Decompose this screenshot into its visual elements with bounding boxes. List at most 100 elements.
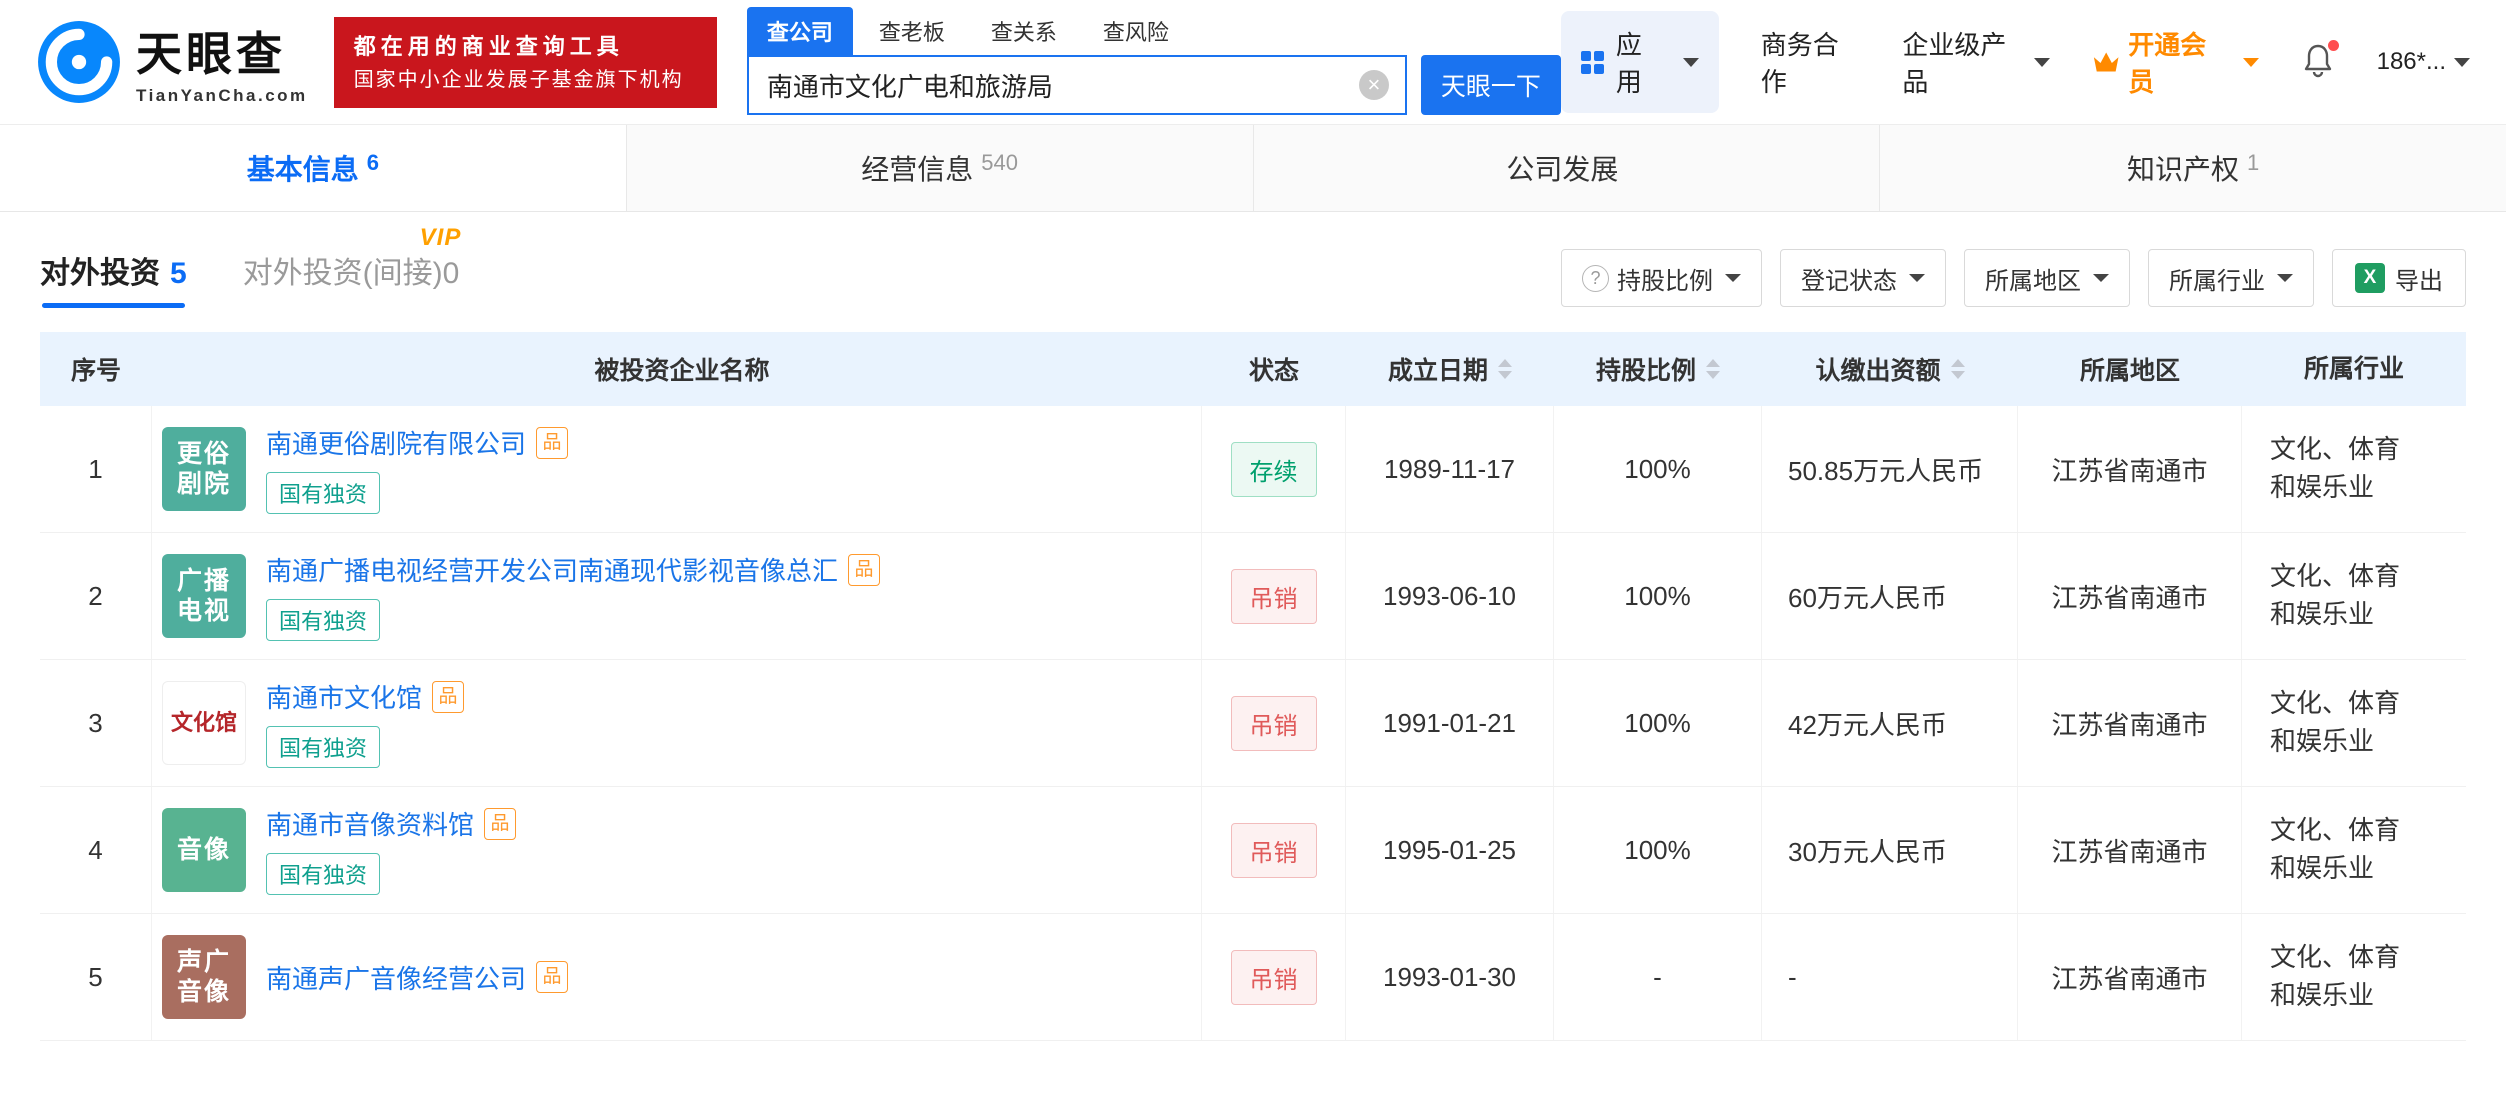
col-region: 所属地区 [2018,332,2242,406]
tab-business-info[interactable]: 经营信息540 [626,125,1253,211]
col-status: 状态 [1202,332,1346,406]
company-logo: 广播电视 [162,554,246,638]
search-tab-relation[interactable]: 查关系 [971,7,1077,55]
table-row: 4 音像 南通市音像资料馆 品 国有独资 [40,787,2466,914]
notifications-button[interactable] [2301,42,2335,83]
promo-banner-line1: 都在用的商业查询工具 [354,30,697,63]
status-badge: 吊销 [1231,696,1317,751]
company-name-link[interactable]: 南通更俗剧院有限公司 [266,424,526,461]
search-tabs: 查公司 查老板 查关系 查风险 [747,9,1561,55]
chevron-down-icon [1725,274,1741,282]
vip-badge: VIP [420,224,462,252]
excel-icon: X [2355,263,2385,293]
crown-icon [2092,49,2120,75]
clear-search-icon[interactable]: × [1359,70,1389,100]
tab-basic-info[interactable]: 基本信息6 [0,125,626,211]
nav-business-cooperation[interactable]: 商务合作 [1761,25,1861,99]
status-badge: 吊销 [1231,569,1317,624]
search-area: 查公司 查老板 查关系 查风险 × 天眼一下 [747,9,1561,115]
company-name-link[interactable]: 南通广播电视经营开发公司南通现代影视音像总汇 [266,551,838,588]
col-subscribed-capital[interactable]: 认缴出资额 [1762,332,2018,406]
open-vip-button[interactable]: 开通会员 [2092,25,2259,99]
sort-icon[interactable] [1498,359,1512,379]
shareholding-ratio: 100% [1554,533,1762,659]
region: 江苏省南通市 [2018,660,2242,786]
brand-icon[interactable]: 品 [848,554,880,586]
company-logo: 更俗剧院 [162,427,246,511]
tianyancha-logo[interactable]: 天眼查 TianYanCha.com [36,18,308,106]
tianyancha-page: 天眼查 TianYanCha.com 都在用的商业查询工具 国家中小企业发展子基… [0,0,2506,1096]
chevron-down-icon [2093,274,2109,282]
row-index: 5 [40,914,152,1040]
industry: 文化、体育和娱乐业 [2242,533,2466,659]
chevron-down-icon [1909,274,1925,282]
filter-industry[interactable]: 所属行业 [2148,249,2314,307]
subscribed-capital: 60万元人民币 [1762,533,2018,659]
subscribed-capital: 42万元人民币 [1762,660,2018,786]
apps-button[interactable]: 应用 [1561,11,1719,113]
user-account-menu[interactable]: 186*... [2377,48,2470,76]
row-index: 3 [40,660,152,786]
status-badge: 吊销 [1231,823,1317,878]
table-row: 1 更俗剧院 南通更俗剧院有限公司 品 国有独资 [40,406,2466,533]
nav-enterprise-products[interactable]: 企业级产品 [1902,25,2050,99]
logo-domain: TianYanCha.com [136,86,308,106]
search-tab-boss[interactable]: 查老板 [859,7,965,55]
filter-region[interactable]: 所属地区 [1964,249,2130,307]
brand-icon[interactable]: 品 [536,427,568,459]
established-date: 1995-01-25 [1346,787,1554,913]
sort-icon[interactable] [1951,359,1965,379]
established-date: 1993-01-30 [1346,914,1554,1040]
filter-shareholding-ratio[interactable]: ? 持股比例 [1561,249,1762,307]
established-date: 1989-11-17 [1346,406,1554,532]
col-shareholding-ratio[interactable]: 持股比例 [1554,332,1762,406]
industry: 文化、体育和娱乐业 [2242,787,2466,913]
subscribed-capital: 50.85万元人民币 [1762,406,2018,532]
state-owned-tag: 国有独资 [266,599,380,641]
chevron-down-icon [1683,58,1699,67]
state-owned-tag: 国有独资 [266,472,380,514]
search-tab-company[interactable]: 查公司 [747,7,853,55]
subscribed-capital: 30万元人民币 [1762,787,2018,913]
chevron-down-icon [2243,58,2259,67]
company-logo: 文化馆 [162,681,246,765]
subscribed-capital: - [1762,914,2018,1040]
logo-title: 天眼查 [136,18,308,84]
brand-icon[interactable]: 品 [484,808,516,840]
table-header-row: 序号 被投资企业名称 状态 成立日期 持股比例 认缴出资额 所属地区 所属行业 [40,332,2466,406]
status-badge: 存续 [1231,442,1317,497]
company-name-link[interactable]: 南通市文化馆 [266,678,422,715]
established-date: 1991-01-21 [1346,660,1554,786]
brand-icon[interactable]: 品 [536,961,568,993]
shareholding-ratio: 100% [1554,660,1762,786]
state-owned-tag: 国有独资 [266,726,380,768]
table-row: 5 声广音像 南通声广音像经营公司 品 [40,914,2466,1041]
filter-registration-status[interactable]: 登记状态 [1780,249,1946,307]
chevron-down-icon [2454,58,2470,67]
header-right-nav: 应用 商务合作 企业级产品 开通会员 [1561,11,2470,113]
notification-dot [2328,40,2339,51]
chevron-down-icon [2277,274,2293,282]
subtab-outbound-investment[interactable]: 对外投资5 [40,248,187,308]
region: 江苏省南通市 [2018,533,2242,659]
row-index: 1 [40,406,152,532]
company-name-link[interactable]: 南通市音像资料馆 [266,805,474,842]
sort-icon[interactable] [1706,359,1720,379]
promo-banner: 都在用的商业查询工具 国家中小企业发展子基金旗下机构 [334,17,717,108]
company-logo: 音像 [162,808,246,892]
col-index: 序号 [40,332,152,406]
tab-intellectual-property[interactable]: 知识产权1 [1879,125,2506,211]
search-input[interactable] [749,57,1405,113]
company-name-link[interactable]: 南通声广音像经营公司 [266,959,526,996]
tianyancha-eye-icon [36,19,122,105]
col-established-date[interactable]: 成立日期 [1346,332,1554,406]
export-button[interactable]: X 导出 [2332,249,2466,307]
search-tab-risk[interactable]: 查风险 [1083,7,1189,55]
industry: 文化、体育和娱乐业 [2242,914,2466,1040]
region: 江苏省南通市 [2018,787,2242,913]
subtab-indirect-investment[interactable]: 对外投资(间接)0 VIP [243,248,460,308]
col-company-name: 被投资企业名称 [152,332,1202,406]
brand-icon[interactable]: 品 [432,681,464,713]
tab-company-development[interactable]: 公司发展 [1253,125,1880,211]
search-button[interactable]: 天眼一下 [1421,55,1561,115]
